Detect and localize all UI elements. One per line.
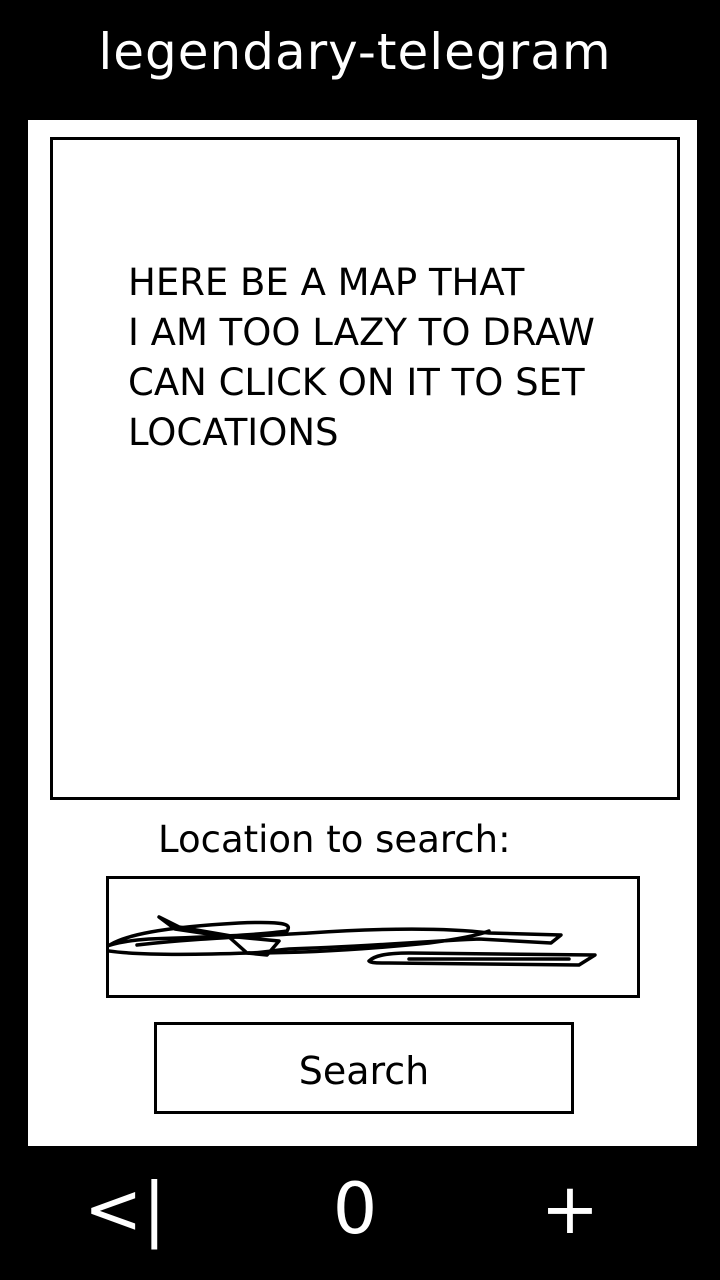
map-placeholder-line: LOCATIONS	[128, 411, 339, 454]
map-placeholder-line: CAN CLICK ON IT TO SET	[128, 361, 585, 404]
app-title: legendary-telegram	[98, 23, 612, 81]
search-button[interactable]: Search	[154, 1022, 574, 1114]
map-area[interactable]: HERE BE A MAP THAT I AM TOO LAZY TO DRAW…	[50, 137, 680, 800]
title-bar: legendary-telegram	[0, 0, 720, 120]
scribble-text-icon	[109, 915, 597, 967]
bottom-nav: <| 0 +	[0, 1146, 720, 1280]
search-input[interactable]	[106, 876, 640, 998]
map-placeholder-line: I AM TOO LAZY TO DRAW	[128, 311, 595, 354]
map-placeholder-line: HERE BE A MAP THAT	[128, 261, 525, 304]
nav-home-button[interactable]: 0	[300, 1164, 410, 1254]
nav-back-button[interactable]: <|	[60, 1164, 190, 1254]
map-placeholder-text: HERE BE A MAP THAT I AM TOO LAZY TO DRAW…	[128, 258, 668, 458]
content-panel: HERE BE A MAP THAT I AM TOO LAZY TO DRAW…	[28, 120, 697, 1146]
nav-add-button[interactable]: +	[510, 1164, 630, 1254]
search-label: Location to search:	[158, 818, 511, 861]
